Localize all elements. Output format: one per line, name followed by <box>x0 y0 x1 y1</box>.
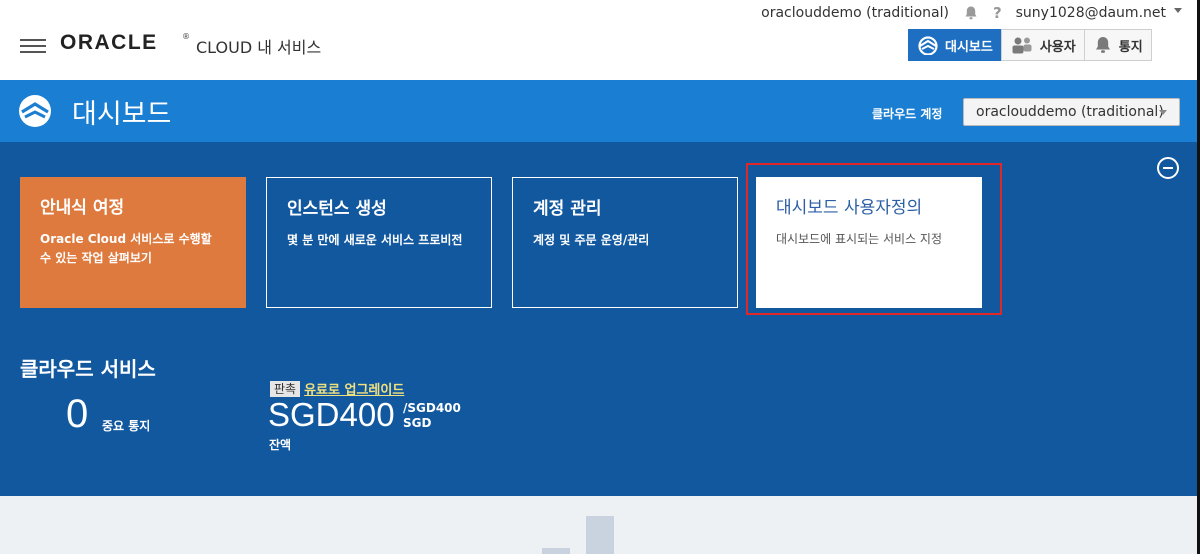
app-subtitle: CLOUD 내 서비스 <box>196 38 322 57</box>
card-title: 대시보드 사용자정의 <box>776 198 923 218</box>
card-description: 계정 및 주문 운영/관리 <box>533 233 650 247</box>
card-description: Oracle Cloud 서비스로 수행할 수 있는 작업 살펴보기 <box>40 232 212 265</box>
balance-currency: SGD <box>403 416 432 430</box>
top-bar: ORACLE ® CLOUD 내 서비스 oraclouddemo (tradi… <box>0 0 1200 80</box>
users-icon <box>1012 37 1032 54</box>
tab-notifications-label: 통지 <box>1118 39 1143 55</box>
critical-notice-count[interactable]: 0 <box>66 392 88 437</box>
balance-label: 잔액 <box>269 438 292 452</box>
registered-mark: ® <box>182 32 190 41</box>
page-header: 대시보드 클라우드 계정 oraclouddemo (traditional) <box>0 80 1200 142</box>
card-title: 계정 관리 <box>533 199 602 219</box>
cloud-services-heading: 클라우드 서비스 <box>20 357 156 381</box>
placeholder-graphic <box>586 516 614 554</box>
dashboard-icon <box>918 36 938 55</box>
chevron-down-icon <box>1159 110 1167 115</box>
tab-users[interactable]: 사용자 <box>1000 29 1085 61</box>
critical-notice-label: 중요 통지 <box>102 419 151 433</box>
tab-dashboard[interactable]: 대시보드 <box>908 29 1002 61</box>
card-customize-dashboard[interactable]: 대시보드 사용자정의 대시보드에 표시되는 서비스 지정 <box>756 177 982 308</box>
card-guided-journey[interactable]: 안내식 여정 Oracle Cloud 서비스로 수행할 수 있는 작업 살펴보… <box>20 177 246 308</box>
card-create-instance[interactable]: 인스턴스 생성 몇 분 만에 새로운 서비스 프로비전 <box>266 177 492 308</box>
help-icon[interactable]: ? <box>993 4 1002 22</box>
card-description: 몇 분 만에 새로운 서비스 프로비전 <box>287 233 463 247</box>
card-description: 대시보드에 표시되는 서비스 지정 <box>776 232 943 246</box>
card-account-management[interactable]: 계정 관리 계정 및 주문 운영/관리 <box>512 177 738 308</box>
balance-total-value: /SGD400 <box>403 401 461 415</box>
user-menu[interactable]: suny1028@daum.net <box>1016 5 1166 21</box>
promotion-badge: 판촉 <box>270 380 301 397</box>
tab-users-label: 사용자 <box>1039 39 1076 55</box>
collapse-panel-icon[interactable] <box>1157 157 1179 179</box>
nav-tabs: 대시보드 사용자 통지 <box>908 29 1152 61</box>
identity-domain-label: oraclouddemo (traditional) <box>761 5 949 21</box>
notification-bell-icon[interactable] <box>963 5 979 21</box>
hamburger-menu-icon[interactable] <box>20 38 46 54</box>
tab-notifications[interactable]: 통지 <box>1083 29 1152 61</box>
cloud-account-value: oraclouddemo (traditional) <box>976 104 1164 120</box>
placeholder-graphic <box>542 548 570 554</box>
dashboard-panel: 안내식 여정 Oracle Cloud 서비스로 수행할 수 있는 작업 살펴보… <box>0 142 1200 496</box>
services-area <box>0 496 1200 554</box>
dashboard-header-icon <box>19 95 51 127</box>
tab-dashboard-label: 대시보드 <box>945 39 993 55</box>
page-title: 대시보드 <box>72 99 172 130</box>
card-title: 안내식 여정 <box>40 198 125 218</box>
balance-total: /SGD400 SGD <box>403 401 461 431</box>
top-right-utilities: oraclouddemo (traditional) ? suny1028@da… <box>761 4 1166 22</box>
bell-icon <box>1095 37 1110 53</box>
cloud-account-select[interactable]: oraclouddemo (traditional) <box>963 98 1180 126</box>
card-title: 인스턴스 생성 <box>287 199 387 219</box>
user-menu-caret-icon[interactable] <box>1174 8 1182 13</box>
balance-amount: SGD400 <box>268 396 395 433</box>
cloud-account-label: 클라우드 계정 <box>872 107 943 121</box>
oracle-logo: ORACLE <box>60 31 158 54</box>
